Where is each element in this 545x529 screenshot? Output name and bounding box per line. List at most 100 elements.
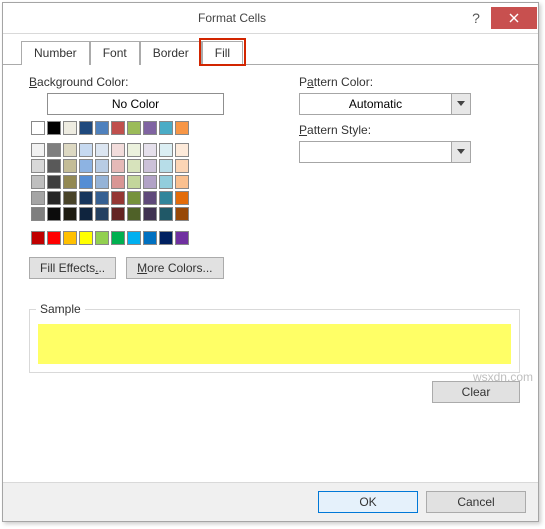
- color-swatch[interactable]: [175, 175, 189, 189]
- color-swatch[interactable]: [175, 231, 189, 245]
- color-swatch[interactable]: [143, 175, 157, 189]
- color-swatch[interactable]: [159, 175, 173, 189]
- tab-border[interactable]: Border: [140, 41, 202, 65]
- color-swatch[interactable]: [95, 121, 109, 135]
- pattern-style-dropdown[interactable]: [299, 141, 471, 163]
- color-swatch[interactable]: [31, 207, 45, 221]
- color-swatch[interactable]: [159, 121, 173, 135]
- color-swatch[interactable]: [31, 175, 45, 189]
- color-swatch[interactable]: [95, 231, 109, 245]
- color-swatch[interactable]: [95, 159, 109, 173]
- color-swatch[interactable]: [127, 121, 141, 135]
- color-swatch[interactable]: [143, 143, 157, 157]
- color-swatch[interactable]: [31, 159, 45, 173]
- clear-button[interactable]: Clear: [432, 381, 520, 403]
- color-swatch[interactable]: [175, 121, 189, 135]
- color-swatch[interactable]: [31, 231, 45, 245]
- color-swatch[interactable]: [79, 207, 93, 221]
- color-swatch[interactable]: [63, 207, 77, 221]
- no-color-button[interactable]: No Color: [47, 93, 224, 115]
- color-swatch[interactable]: [31, 121, 45, 135]
- color-swatch[interactable]: [63, 175, 77, 189]
- color-swatch[interactable]: [127, 231, 141, 245]
- color-swatch[interactable]: [63, 191, 77, 205]
- chevron-down-icon: [451, 142, 470, 162]
- color-swatch[interactable]: [31, 143, 45, 157]
- pattern-style-label: Pattern Style:: [299, 123, 520, 137]
- color-swatch[interactable]: [63, 121, 77, 135]
- tab-font[interactable]: Font: [90, 41, 140, 65]
- format-cells-dialog: Format Cells ? Number Font Border Fill B…: [2, 2, 539, 522]
- close-button[interactable]: [491, 7, 537, 29]
- color-swatch[interactable]: [111, 231, 125, 245]
- color-swatch[interactable]: [47, 231, 61, 245]
- color-swatch[interactable]: [111, 143, 125, 157]
- color-swatch[interactable]: [127, 159, 141, 173]
- color-swatch[interactable]: [47, 175, 61, 189]
- tab-number[interactable]: Number: [21, 41, 90, 65]
- color-swatch[interactable]: [79, 159, 93, 173]
- color-swatch[interactable]: [159, 231, 173, 245]
- color-swatch[interactable]: [143, 231, 157, 245]
- pattern-color-label: Pattern Color:: [299, 75, 520, 89]
- ok-button[interactable]: OK: [318, 491, 418, 513]
- titlebar: Format Cells ?: [3, 3, 538, 34]
- color-swatch[interactable]: [63, 143, 77, 157]
- color-swatch[interactable]: [111, 207, 125, 221]
- tabbar: Number Font Border Fill: [3, 34, 538, 65]
- color-swatch[interactable]: [127, 191, 141, 205]
- color-swatch[interactable]: [111, 191, 125, 205]
- color-swatch[interactable]: [143, 159, 157, 173]
- pattern-style-value: [300, 142, 451, 162]
- color-swatch[interactable]: [143, 121, 157, 135]
- more-colors-button[interactable]: More Colors...: [126, 257, 223, 279]
- color-swatch[interactable]: [95, 143, 109, 157]
- color-swatch[interactable]: [47, 207, 61, 221]
- color-palette: [31, 121, 279, 245]
- color-swatch[interactable]: [175, 159, 189, 173]
- pattern-color-dropdown[interactable]: Automatic: [299, 93, 471, 115]
- tab-fill[interactable]: Fill: [202, 41, 243, 65]
- cancel-button[interactable]: Cancel: [426, 491, 526, 513]
- color-swatch[interactable]: [127, 207, 141, 221]
- color-swatch[interactable]: [143, 191, 157, 205]
- dialog-title: Format Cells: [3, 11, 461, 25]
- color-swatch[interactable]: [79, 121, 93, 135]
- color-swatch[interactable]: [47, 191, 61, 205]
- color-swatch[interactable]: [95, 207, 109, 221]
- color-swatch[interactable]: [159, 191, 173, 205]
- color-swatch[interactable]: [63, 159, 77, 173]
- color-swatch[interactable]: [79, 231, 93, 245]
- color-swatch[interactable]: [79, 175, 93, 189]
- button-bar: OK Cancel: [3, 482, 538, 521]
- color-swatch[interactable]: [79, 191, 93, 205]
- color-swatch[interactable]: [175, 207, 189, 221]
- color-swatch[interactable]: [47, 159, 61, 173]
- help-button[interactable]: ?: [461, 6, 491, 30]
- fill-effects-button[interactable]: Fill Effects...: [29, 257, 116, 279]
- color-swatch[interactable]: [111, 159, 125, 173]
- color-swatch[interactable]: [143, 207, 157, 221]
- sample-group: Sample: [29, 309, 520, 373]
- color-swatch[interactable]: [79, 143, 93, 157]
- color-swatch[interactable]: [127, 175, 141, 189]
- chevron-down-icon: [451, 94, 470, 114]
- color-swatch[interactable]: [47, 143, 61, 157]
- sample-label: Sample: [36, 302, 85, 316]
- background-color-label: Background Color:: [29, 75, 279, 89]
- color-swatch[interactable]: [159, 207, 173, 221]
- color-swatch[interactable]: [175, 191, 189, 205]
- color-swatch[interactable]: [159, 159, 173, 173]
- color-swatch[interactable]: [63, 231, 77, 245]
- color-swatch[interactable]: [111, 175, 125, 189]
- color-swatch[interactable]: [95, 191, 109, 205]
- pattern-color-value: Automatic: [300, 94, 451, 114]
- color-swatch[interactable]: [47, 121, 61, 135]
- color-swatch[interactable]: [31, 191, 45, 205]
- color-swatch[interactable]: [175, 143, 189, 157]
- fill-panel: Background Color: No Color Fill Effects.…: [3, 65, 538, 482]
- color-swatch[interactable]: [95, 175, 109, 189]
- color-swatch[interactable]: [159, 143, 173, 157]
- color-swatch[interactable]: [111, 121, 125, 135]
- color-swatch[interactable]: [127, 143, 141, 157]
